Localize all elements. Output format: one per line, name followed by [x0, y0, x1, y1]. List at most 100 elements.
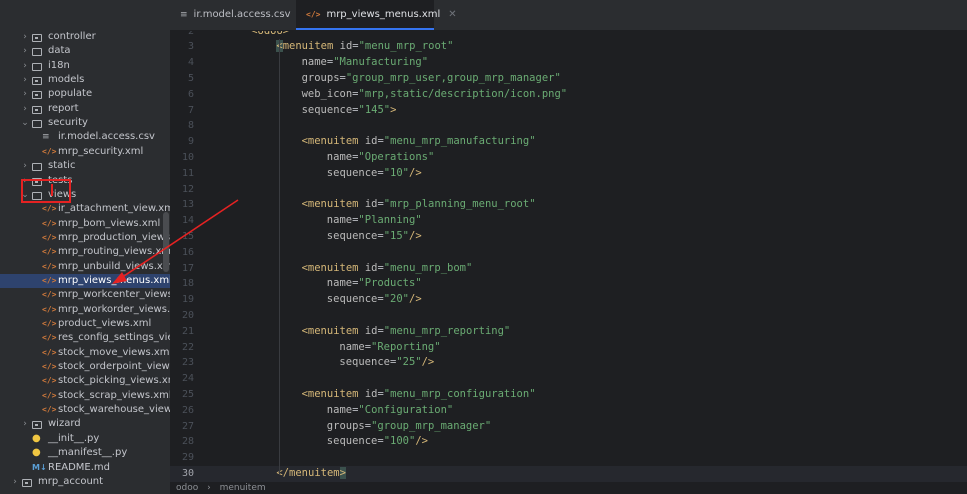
- tree-item[interactable]: </> product_views.xml: [0, 317, 170, 331]
- code-line[interactable]: name="Products": [327, 276, 422, 292]
- code-token: sequence: [301, 103, 353, 116]
- tree-item[interactable]: M↓ README.md: [0, 461, 170, 475]
- breadcrumb-separator: ›: [207, 483, 211, 493]
- chevron-right-icon[interactable]: ›: [10, 475, 20, 489]
- tree-item[interactable]: ● __init__.py: [0, 432, 170, 446]
- tree-item-label: wizard: [48, 418, 81, 430]
- code-token: "15": [383, 229, 409, 242]
- xml-file-icon: </>: [42, 247, 57, 257]
- tree-item[interactable]: ≡ ir.model.access.csv: [0, 130, 170, 144]
- tree-item[interactable]: › i18n: [0, 59, 170, 73]
- code-token: sequence: [326, 166, 378, 179]
- code-line[interactable]: <menuitem id="menu_mrp_reporting": [302, 324, 511, 340]
- csv-file-icon: ≡: [42, 132, 50, 143]
- tree-item[interactable]: › controller: [0, 30, 170, 44]
- code-editor[interactable]: 2 3 4 5 6 7 8 9 10 11 12 13 14 15 16 17 18 19 20 21 22 23 24 25…: [170, 31, 967, 483]
- code-line[interactable]: sequence="15"/>: [327, 229, 422, 245]
- code-line[interactable]: name="Planning": [327, 213, 422, 229]
- code-token: name: [301, 56, 327, 69]
- project-tree[interactable]: › controller › data › i18n › models › populate › re…: [0, 0, 170, 494]
- tree-item[interactable]: </>mrp_production_views.xml: [0, 231, 170, 245]
- tree-item[interactable]: </> mrp_security.xml: [0, 145, 170, 159]
- code-line[interactable]: name="Configuration": [327, 403, 453, 419]
- code-token: name: [326, 277, 353, 290]
- tab-mrp-views-menus-xml[interactable]: </> mrp_views_menus.xml ✕: [296, 0, 457, 30]
- tree-item[interactable]: › report: [0, 102, 170, 116]
- code-line[interactable]: name="Manufacturing": [302, 55, 428, 71]
- csv-file-icon: ≡: [180, 10, 188, 20]
- tree-item[interactable]: </>res_config_settings_views.xml: [0, 331, 170, 345]
- code-line[interactable]: groups="group_mrp_user,group_mrp_manager…: [302, 71, 561, 87]
- chevron-right-icon[interactable]: ›: [20, 59, 30, 73]
- code-line[interactable]: sequence="20"/>: [327, 292, 422, 308]
- code-line[interactable]: <menuitem id="mrp_planning_menu_root": [302, 197, 536, 213]
- code-line[interactable]: </menuitem>: [276, 466, 346, 482]
- line-number: 4: [187, 57, 194, 69]
- tree-item[interactable]: › populate: [0, 87, 170, 101]
- xml-file-icon: </>: [42, 290, 57, 300]
- code-token: "menu_mrp_bom": [383, 261, 473, 274]
- xml-file-icon: </>: [42, 319, 57, 328]
- tree-item[interactable]: › data: [0, 44, 170, 58]
- code-line[interactable]: name="Operations": [327, 150, 434, 166]
- tree-item[interactable]: </> mrp_unbuild_views.xml: [0, 260, 170, 274]
- tree-item[interactable]: </>stock_orderpoint_views.xml: [0, 360, 170, 374]
- line-number: 19: [181, 294, 194, 306]
- code-line[interactable]: <menuitem id="menu_mrp_bom": [302, 261, 473, 277]
- code-line[interactable]: sequence="10"/>: [327, 166, 422, 182]
- line-number: 20: [181, 309, 194, 321]
- chevron-right-icon[interactable]: ›: [20, 73, 30, 87]
- xml-file-icon: </>: [42, 390, 57, 400]
- tree-item[interactable]: </> stock_picking_views.xml: [0, 374, 170, 388]
- breadcrumb-item[interactable]: menuitem: [220, 483, 266, 493]
- code-token: <menuitem: [301, 135, 365, 148]
- breadcrumb-item[interactable]: odoo: [176, 483, 198, 493]
- chevron-right-icon[interactable]: ›: [20, 102, 30, 116]
- xml-file-icon: </>: [306, 10, 321, 19]
- tree-item[interactable]: </>mrp_workorder_views.xml: [0, 303, 170, 317]
- tree-item[interactable]: </> stock_scrap_views.xml: [0, 389, 170, 403]
- code-line[interactable]: sequence="145">: [302, 103, 397, 119]
- tree-item[interactable]: ● __manifest__.py: [0, 446, 170, 460]
- chevron-right-icon[interactable]: ›: [20, 417, 30, 431]
- code-line[interactable]: name="Reporting": [339, 340, 440, 356]
- line-number: 22: [181, 341, 194, 353]
- tree-item[interactable]: </> stock_move_views.xml: [0, 346, 170, 360]
- code-line[interactable]: groups="group_mrp_manager": [327, 419, 491, 435]
- code-token: name: [326, 214, 353, 227]
- tree-item[interactable]: </>mrp_workcenter_views.xml: [0, 288, 170, 302]
- tree-item[interactable]: </> mrp_routing_views.xml: [0, 245, 170, 259]
- tree-item[interactable]: › wizard: [0, 417, 170, 431]
- code-line[interactable]: web_icon="mrp,static/description/icon.pn…: [302, 87, 568, 103]
- tree-item[interactable]: › static: [0, 159, 170, 173]
- tab-ir-model-access-csv[interactable]: ≡ ir.model.access.csv: [170, 0, 291, 30]
- chevron-right-icon[interactable]: ›: [20, 30, 30, 44]
- code-line[interactable]: sequence="100"/>: [327, 434, 428, 450]
- code-line[interactable]: sequence="25"/>: [339, 355, 434, 371]
- tree-item[interactable]: </> mrp_views_menus.xml: [0, 273, 170, 288]
- tree-item[interactable]: </> mrp_bom_views.xml: [0, 217, 170, 231]
- line-number: 12: [181, 183, 194, 195]
- line-number: 7: [187, 104, 194, 116]
- chevron-right-icon[interactable]: ›: [20, 44, 30, 58]
- code-line[interactable]: <menuitem id="menu_mrp_configuration": [302, 387, 536, 403]
- chevron-right-icon[interactable]: ›: [20, 87, 30, 101]
- tree-item[interactable]: </> ir_attachment_view.xml: [0, 202, 170, 216]
- code-token: "Products": [358, 277, 422, 290]
- code-line[interactable]: <menuitem id="menu_mrp_root": [276, 39, 453, 55]
- code-line[interactable]: <odoo>: [251, 31, 289, 39]
- close-tab-icon[interactable]: ✕: [448, 9, 456, 20]
- tree-item[interactable]: › models: [0, 73, 170, 87]
- chevron-down-icon[interactable]: ⌄: [20, 116, 30, 130]
- chevron-right-icon[interactable]: ›: [20, 159, 30, 173]
- xml-file-icon: </>: [42, 362, 57, 372]
- xml-file-icon: </>: [42, 232, 57, 242]
- line-number: 11: [181, 167, 194, 179]
- tree-scrollbar[interactable]: [163, 212, 169, 272]
- tree-item[interactable]: ⌄ security: [0, 116, 170, 130]
- tree-item[interactable]: </>stock_warehouse_views.xml: [0, 403, 170, 417]
- code-line[interactable]: <menuitem id="menu_mrp_manufacturing": [302, 134, 536, 150]
- tree-item[interactable]: › mrp_account: [0, 475, 170, 489]
- code-token: "menu_mrp_root": [358, 40, 454, 53]
- xml-file-icon: </>: [42, 146, 57, 156]
